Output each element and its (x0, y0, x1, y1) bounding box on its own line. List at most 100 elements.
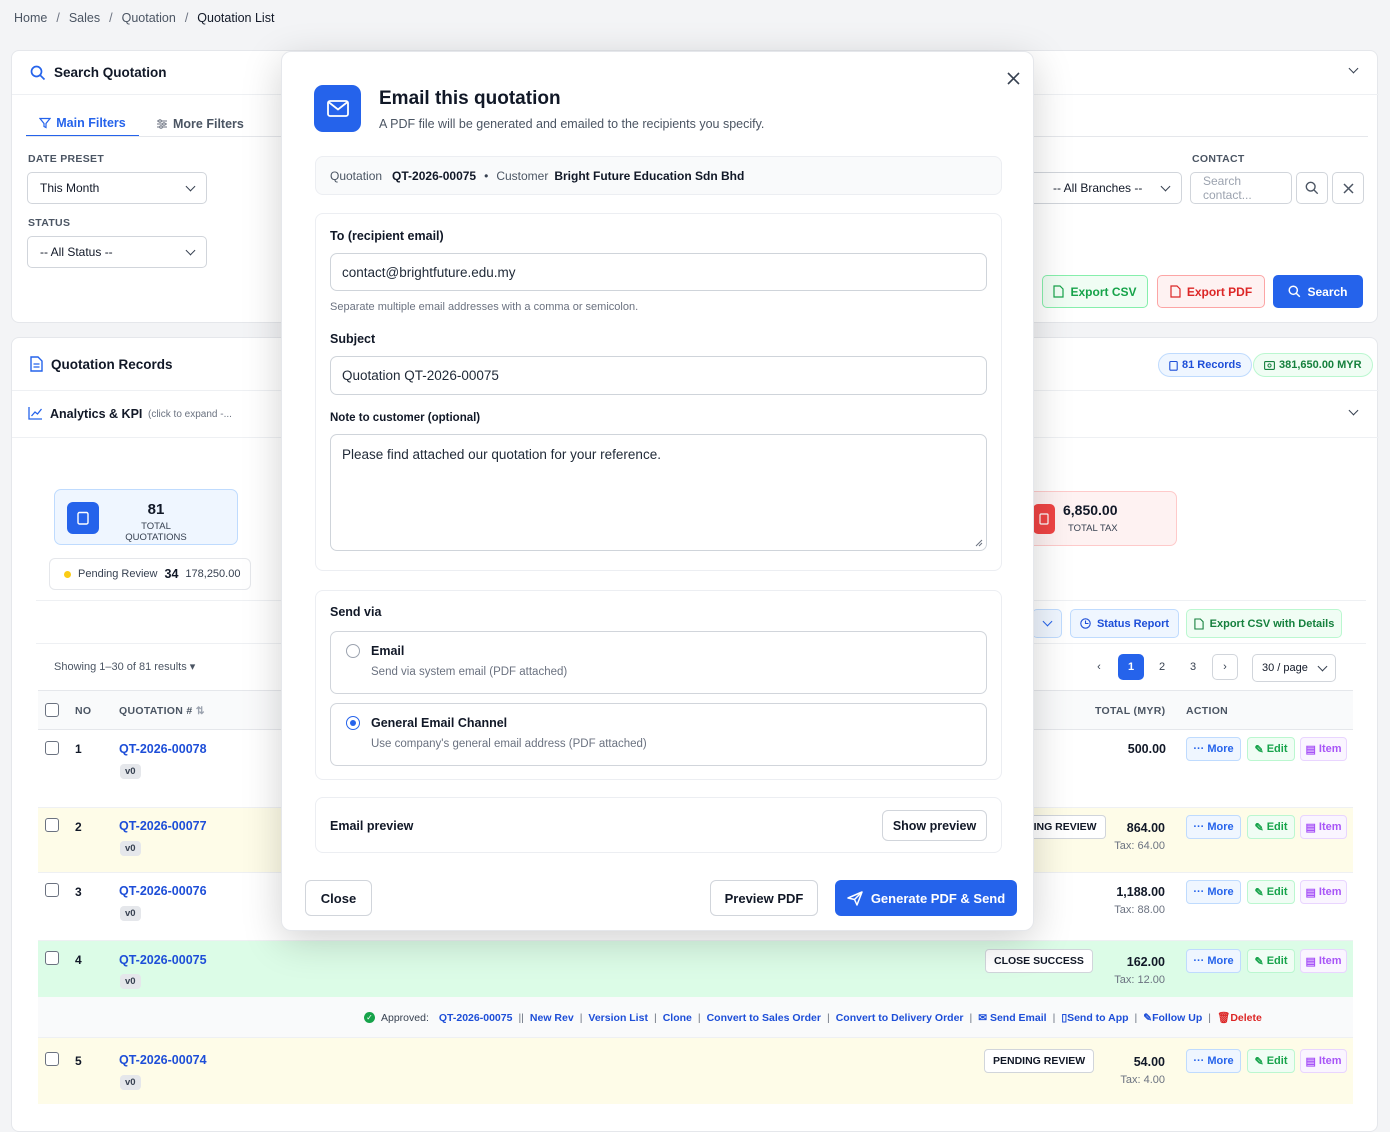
mail-icon: ✉ (978, 1011, 988, 1024)
branch-select[interactable]: -- All Branches -- (1022, 172, 1182, 204)
contact-search-input[interactable]: Search contact... (1190, 172, 1292, 204)
status-report-button[interactable]: Status Report (1070, 609, 1179, 638)
subject-input[interactable]: Quotation QT-2026-00075 (330, 356, 987, 395)
send-to-app-link[interactable]: ▯Send to App (1061, 1012, 1128, 1024)
resize-handle-icon[interactable] (975, 539, 983, 547)
send-email-link[interactable]: ✉ Send Email (978, 1012, 1046, 1024)
more-button[interactable]: ··· More (1186, 880, 1241, 904)
quotation-link[interactable]: QT-2026-00074 (119, 1053, 207, 1067)
breadcrumb-home[interactable]: Home (14, 11, 47, 25)
item-button[interactable]: ▤ Item (1300, 880, 1347, 904)
row-checkbox[interactable] (45, 951, 59, 965)
quotation-link[interactable]: QT-2026-00078 (119, 742, 207, 756)
edit-icon: ✎ (1254, 1055, 1264, 1068)
more-button[interactable]: ··· More (1186, 1049, 1241, 1073)
new-rev-link[interactable]: New Rev (530, 1012, 574, 1024)
kpi-tax-label: TOTAL TAX (1068, 523, 1118, 534)
quotation-link[interactable]: QT-2026-00077 (119, 819, 207, 833)
generate-send-button[interactable]: Generate PDF & Send (835, 880, 1017, 916)
contact-search-button[interactable] (1296, 172, 1328, 204)
option-email[interactable]: Email Send via system email (PDF attache… (330, 631, 987, 694)
convert-delivery-order-link[interactable]: Convert to Delivery Order (836, 1012, 964, 1024)
edit-button[interactable]: ✎ Edit (1247, 880, 1295, 904)
page-2-button[interactable]: 2 (1149, 654, 1175, 680)
follow-up-link[interactable]: ✎Follow Up (1143, 1012, 1202, 1024)
search-panel-title: Search Quotation (54, 65, 167, 80)
date-preset-select[interactable]: This Month (27, 172, 207, 204)
more-button[interactable]: ··· More (1186, 949, 1241, 973)
analytics-chevron-icon[interactable] (1348, 405, 1359, 416)
tab-main-filters[interactable]: Main Filters (26, 110, 139, 137)
table-row[interactable]: 4 QT-2026-00075 v0 CLOSE SUCCESS 162.00 … (38, 941, 1353, 997)
col-quotation[interactable]: QUOTATION # ⇅ (119, 705, 205, 717)
collapse-chevron-icon[interactable] (1348, 63, 1359, 74)
page-3-button[interactable]: 3 (1180, 654, 1206, 680)
status-select[interactable]: -- All Status -- (27, 236, 207, 268)
quotation-link[interactable]: QT-2026-00075 (119, 953, 207, 967)
version-list-link[interactable]: Version List (588, 1012, 648, 1024)
row-checkbox[interactable] (45, 1052, 59, 1066)
export-csv-details-button[interactable]: Export CSV with Details (1186, 609, 1342, 638)
version-badge: v0 (120, 764, 141, 779)
pending-review-chip[interactable]: Pending Review 34 178,250.00 (49, 558, 251, 590)
analytics-hint: (click to expand -... (148, 409, 232, 420)
delete-link[interactable]: 🗑Delete (1217, 1011, 1262, 1024)
per-page-select[interactable]: 30 / page (1252, 654, 1336, 682)
dialog-subtitle: A PDF file will be generated and emailed… (379, 117, 765, 131)
row-checkbox[interactable] (45, 883, 59, 897)
edit-button[interactable]: ✎ Edit (1247, 1049, 1295, 1073)
page-prev-button[interactable]: ‹ (1086, 654, 1112, 680)
edit-button[interactable]: ✎ Edit (1247, 949, 1295, 973)
edit-icon: ✎ (1254, 743, 1264, 756)
list-icon: ▤ (1305, 1055, 1316, 1068)
row-total: 1,188.00 (1116, 885, 1165, 899)
row-checkbox[interactable] (45, 741, 59, 755)
close-button[interactable]: Close (305, 880, 372, 916)
row-total: 162.00 (1126, 955, 1165, 969)
chevron-down-icon (185, 245, 196, 255)
page-1-button[interactable]: 1 (1118, 654, 1144, 680)
show-preview-button[interactable]: Show preview (882, 810, 987, 841)
email-radio[interactable] (346, 644, 360, 658)
row-action-bar: ✓ Approved: QT-2026-00075 || New Rev | Ve… (38, 997, 1353, 1038)
search-button[interactable]: Search (1273, 275, 1363, 308)
row-no: 1 (75, 742, 82, 756)
preview-pdf-button[interactable]: Preview PDF (710, 880, 818, 916)
recipient-email-input[interactable]: contact@brightfuture.edu.my (330, 253, 987, 291)
quotation-link[interactable]: QT-2026-00076 (119, 884, 207, 898)
item-button[interactable]: ▤ Item (1300, 815, 1347, 839)
more-button[interactable]: ··· More (1186, 815, 1241, 839)
row-no: 3 (75, 885, 82, 899)
toolbar-dropdown-button[interactable] (1032, 609, 1062, 638)
check-circle-icon: ✓ (364, 1012, 375, 1023)
tab-more-filters[interactable]: More Filters (156, 110, 244, 137)
option-general-email[interactable]: General Email Channel Use company's gene… (330, 703, 987, 766)
page-next-button[interactable]: › (1212, 654, 1238, 680)
contact-clear-button[interactable] (1332, 172, 1364, 204)
clone-link[interactable]: Clone (663, 1012, 692, 1024)
select-all-checkbox[interactable] (45, 703, 59, 717)
breadcrumb-quotation[interactable]: Quotation (122, 11, 176, 25)
export-csv-button[interactable]: Export CSV (1042, 275, 1148, 308)
analytics-title[interactable]: Analytics & KPI (50, 407, 142, 421)
note-textarea[interactable]: Please find attached our quotation for y… (330, 434, 987, 551)
email-preview-section: Email preview Show preview (315, 797, 1002, 853)
approved-quotation-link[interactable]: QT-2026-00075 (439, 1012, 513, 1024)
date-preset-label: DATE PRESET (28, 153, 105, 165)
chevron-down-icon (1160, 181, 1171, 191)
edit-button[interactable]: ✎ Edit (1247, 815, 1295, 839)
item-button[interactable]: ▤ Item (1300, 1049, 1347, 1073)
col-no: NO (75, 705, 92, 717)
table-row[interactable]: 5 QT-2026-00074 v0 PENDING REVIEW 54.00 … (38, 1038, 1353, 1104)
more-button[interactable]: ··· More (1186, 737, 1241, 761)
item-button[interactable]: ▤ Item (1300, 737, 1347, 761)
close-dialog-icon[interactable] (1003, 68, 1023, 88)
export-pdf-button[interactable]: Export PDF (1157, 275, 1265, 308)
convert-sales-order-link[interactable]: Convert to Sales Order (707, 1012, 821, 1024)
row-checkbox[interactable] (45, 818, 59, 832)
general-email-radio[interactable] (346, 716, 360, 730)
breadcrumb-sales[interactable]: Sales (69, 11, 100, 25)
edit-button[interactable]: ✎ Edit (1247, 737, 1295, 761)
item-button[interactable]: ▤ Item (1300, 949, 1347, 973)
to-label: To (recipient email) (330, 229, 444, 243)
